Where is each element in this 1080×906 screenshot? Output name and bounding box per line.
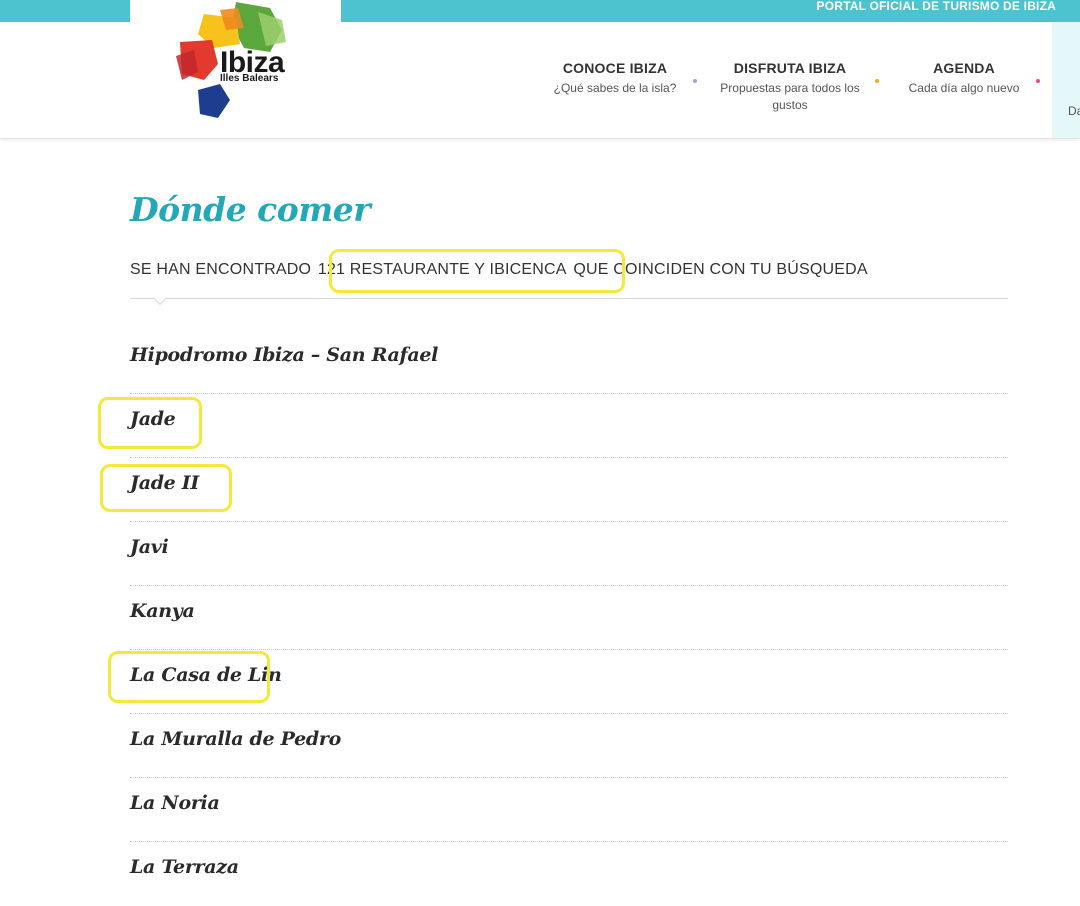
portal-title: PORTAL OFICIAL DE TURISMO DE IBIZA [816,0,1056,13]
list-item[interactable]: La Muralla de Pedro [130,714,1008,778]
list-item[interactable]: La Noria [130,778,1008,842]
nav-separator-dot [693,79,697,83]
restaurant-link[interactable]: La Terraza [130,856,239,878]
nav-subtitle: ¿Qué sabes de la isla? [553,81,677,95]
nav-item-partial[interactable]: Da [1052,22,1080,138]
nav-separator-dot [1036,79,1040,83]
restaurant-link[interactable]: La Muralla de Pedro [130,728,341,750]
restaurant-link[interactable]: La Noria [130,792,220,814]
highlight-annotation [329,249,625,293]
nav-title: AGENDA [933,60,995,76]
nav-disfruta-ibiza[interactable]: DISFRUTA IBIZA Propuestas para todos los… [720,60,860,114]
nav-title: CONOCE IBIZA [562,60,668,76]
highlight-annotation [98,397,202,449]
nav-separator-dot [875,79,879,83]
logo-subtitle: Illes Balears [220,73,279,84]
restaurant-list: Hipodromo Ibiza – San Rafael Jade Jade I… [130,330,1008,906]
results-prefix: SE HAN ENCONTRADO [130,261,316,278]
nav-subtitle: Cada día algo nuevo [908,81,1020,95]
site-logo[interactable]: Ibiza Illes Balears [130,0,341,138]
list-item[interactable]: La Terraza [130,842,1008,906]
list-item[interactable]: Hipodromo Ibiza – San Rafael [130,330,1008,394]
list-item[interactable]: Jade [130,394,1008,458]
nav-agenda[interactable]: AGENDA Cada día algo nuevo [896,60,1032,97]
restaurant-link[interactable]: Javi [130,536,169,558]
highlight-annotation [100,464,232,512]
nav-conoce-ibiza[interactable]: CONOCE IBIZA ¿Qué sabes de la isla? [548,60,682,97]
restaurant-link[interactable]: Hipodromo Ibiza – San Rafael [130,344,438,366]
highlight-annotation [108,651,270,703]
nav-subtitle: Propuestas para todos los gustos [720,81,860,112]
section-divider [130,298,1008,299]
list-item[interactable]: Jade II [130,458,1008,522]
nav-title: DISFRUTA IBIZA [733,60,847,76]
divider-notch [152,290,168,306]
list-item[interactable]: Javi [130,522,1008,586]
page-title: Dónde comer [130,190,371,229]
restaurant-link[interactable]: Kanya [130,600,195,622]
nav-partial-text: Da [1068,104,1080,118]
list-item[interactable]: Kanya [130,586,1008,650]
site-header: Ibiza Illes Balears CONOCE IBIZA ¿Qué sa… [0,0,1080,139]
